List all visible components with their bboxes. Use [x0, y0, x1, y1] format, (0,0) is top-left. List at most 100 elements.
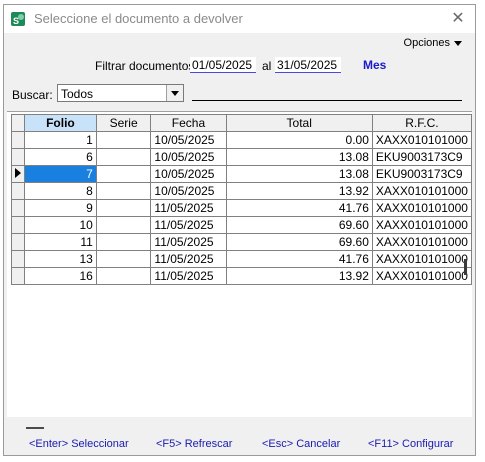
cell-fecha[interactable]: 10/05/2025	[150, 165, 227, 183]
search-field-select[interactable]: Todos	[57, 84, 184, 102]
cell-serie[interactable]	[95, 182, 152, 200]
cell-total[interactable]: 69.60	[225, 216, 373, 234]
cell-total[interactable]: 13.08	[225, 165, 373, 183]
cell-fecha[interactable]: 11/05/2025	[150, 199, 227, 217]
cell-fecha[interactable]: 11/05/2025	[150, 250, 227, 268]
table-row[interactable]: 11 11/05/2025 69.60 XAXX010101000	[11, 233, 473, 251]
cell-total[interactable]: 69.60	[225, 233, 373, 251]
horizontal-scrollbar-thumb[interactable]	[26, 427, 44, 429]
app-icon: S	[11, 12, 25, 26]
date-to-field[interactable]	[275, 57, 341, 73]
cell-serie[interactable]	[95, 165, 152, 183]
row-indicator	[11, 216, 25, 234]
cell-serie[interactable]	[95, 199, 152, 217]
cell-fecha[interactable]: 11/05/2025	[150, 233, 227, 251]
cell-folio[interactable]: 1	[24, 131, 97, 149]
cell-rfc[interactable]: XAXX010101000	[371, 216, 473, 234]
table-row[interactable]: 8 10/05/2025 13.92 XAXX010101000	[11, 182, 473, 200]
cell-rfc[interactable]: XAXX010101000	[371, 131, 473, 149]
cell-folio[interactable]: 7	[24, 165, 97, 183]
cell-serie[interactable]	[95, 131, 152, 149]
cell-fecha[interactable]: 10/05/2025	[150, 148, 227, 166]
table-row[interactable]: 9 11/05/2025 41.76 XAXX010101000	[11, 199, 473, 217]
documents-grid[interactable]: Folio Serie Fecha Total R.F.C. 1 10/05/20…	[7, 111, 473, 417]
table-row[interactable]: 6 10/05/2025 13.08 EKU9003173C9	[11, 148, 473, 166]
date-from-field[interactable]	[190, 57, 256, 73]
svg-text:S: S	[13, 16, 19, 26]
column-header-fecha[interactable]: Fecha	[150, 114, 227, 132]
column-header-total[interactable]: Total	[225, 114, 373, 132]
cell-total[interactable]: 13.08	[225, 148, 373, 166]
options-menu[interactable]: Opciones	[404, 37, 462, 49]
row-indicator	[11, 267, 25, 285]
options-label: Opciones	[403, 37, 450, 49]
cell-folio[interactable]: 16	[24, 267, 97, 285]
cell-fecha[interactable]: 10/05/2025	[150, 182, 227, 200]
header-row: Folio Serie Fecha Total R.F.C.	[11, 114, 473, 132]
row-indicator	[11, 165, 25, 183]
configure-shortcut[interactable]: <F11> Configurar	[368, 438, 453, 450]
column-header-serie[interactable]: Serie	[95, 114, 152, 132]
cell-folio[interactable]: 8	[24, 182, 97, 200]
cell-rfc[interactable]: XAXX010101000	[371, 267, 473, 285]
cell-total[interactable]: 41.76	[225, 199, 373, 217]
table-row[interactable]: 13 11/05/2025 41.76 XAXX010101000	[11, 250, 473, 268]
dialog-window: S Seleccione el documento a devolver ✕ O…	[3, 4, 476, 456]
cell-total[interactable]: 41.76	[225, 250, 373, 268]
title-bar: S Seleccione el documento a devolver ✕	[4, 5, 475, 33]
search-label: Buscar:	[12, 88, 53, 102]
cell-rfc[interactable]: XAXX010101000	[371, 233, 473, 251]
cell-fecha[interactable]: 10/05/2025	[150, 131, 227, 149]
cell-serie[interactable]	[95, 216, 152, 234]
cell-serie[interactable]	[95, 148, 152, 166]
table-row[interactable]: 16 11/05/2025 13.92 XAXX010101000	[11, 267, 473, 285]
cell-rfc[interactable]: XAXX010101000	[371, 199, 473, 217]
chevron-down-icon	[171, 91, 179, 96]
select-shortcut[interactable]: <Enter> Seleccionar	[29, 438, 129, 450]
shortcut-bar: <Enter> Seleccionar <F5> Refrescar <Esc>…	[4, 435, 475, 455]
cancel-shortcut[interactable]: <Esc> Cancelar	[262, 438, 340, 450]
cell-fecha[interactable]: 11/05/2025	[150, 216, 227, 234]
cell-folio[interactable]: 13	[24, 250, 97, 268]
row-indicator	[11, 199, 25, 217]
column-header-rfc[interactable]: R.F.C.	[371, 114, 473, 132]
close-button[interactable]: ✕	[447, 8, 469, 30]
row-indicator	[11, 131, 25, 149]
row-indicator	[11, 148, 25, 166]
cell-fecha[interactable]: 11/05/2025	[150, 267, 227, 285]
search-field-value: Todos	[61, 87, 94, 101]
cell-total[interactable]: 13.92	[225, 267, 373, 285]
row-indicator	[11, 182, 25, 200]
cell-total[interactable]: 0.00	[225, 131, 373, 149]
documents-table: Folio Serie Fecha Total R.F.C. 1 10/05/20…	[11, 114, 473, 285]
current-row-arrow-icon	[15, 168, 21, 178]
cell-folio[interactable]: 11	[24, 233, 97, 251]
cell-rfc[interactable]: XAXX010101000	[371, 182, 473, 200]
cell-rfc[interactable]: EKU9003173C9	[371, 148, 473, 166]
cell-folio[interactable]: 6	[24, 148, 97, 166]
dropdown-button[interactable]	[166, 85, 183, 101]
period-month-link[interactable]: Mes	[363, 58, 386, 72]
close-icon: ✕	[451, 10, 465, 27]
cell-serie[interactable]	[95, 250, 152, 268]
filter-label: Filtrar documentos	[95, 59, 195, 73]
refresh-shortcut[interactable]: <F5> Refrescar	[156, 438, 232, 450]
chevron-down-icon	[454, 40, 462, 46]
column-header-folio[interactable]: Folio	[24, 114, 97, 132]
vertical-scrollbar-thumb[interactable]	[464, 259, 467, 275]
cell-rfc[interactable]: EKU9003173C9	[371, 165, 473, 183]
cell-rfc[interactable]: XAXX010101000	[371, 250, 473, 268]
between-label: al	[262, 59, 272, 73]
search-input[interactable]	[192, 87, 462, 101]
cell-folio[interactable]: 9	[24, 199, 97, 217]
cell-total[interactable]: 13.92	[225, 182, 373, 200]
window-title: Seleccione el documento a devolver	[34, 11, 243, 26]
table-row[interactable]: 1 10/05/2025 0.00 XAXX010101000	[11, 131, 473, 149]
row-indicator	[11, 250, 25, 268]
table-row[interactable]: 10 11/05/2025 69.60 XAXX010101000	[11, 216, 473, 234]
cell-serie[interactable]	[95, 267, 152, 285]
cell-serie[interactable]	[95, 233, 152, 251]
table-row[interactable]: 7 10/05/2025 13.08 EKU9003173C9	[11, 165, 473, 183]
row-indicator-header	[11, 114, 25, 132]
cell-folio[interactable]: 10	[24, 216, 97, 234]
